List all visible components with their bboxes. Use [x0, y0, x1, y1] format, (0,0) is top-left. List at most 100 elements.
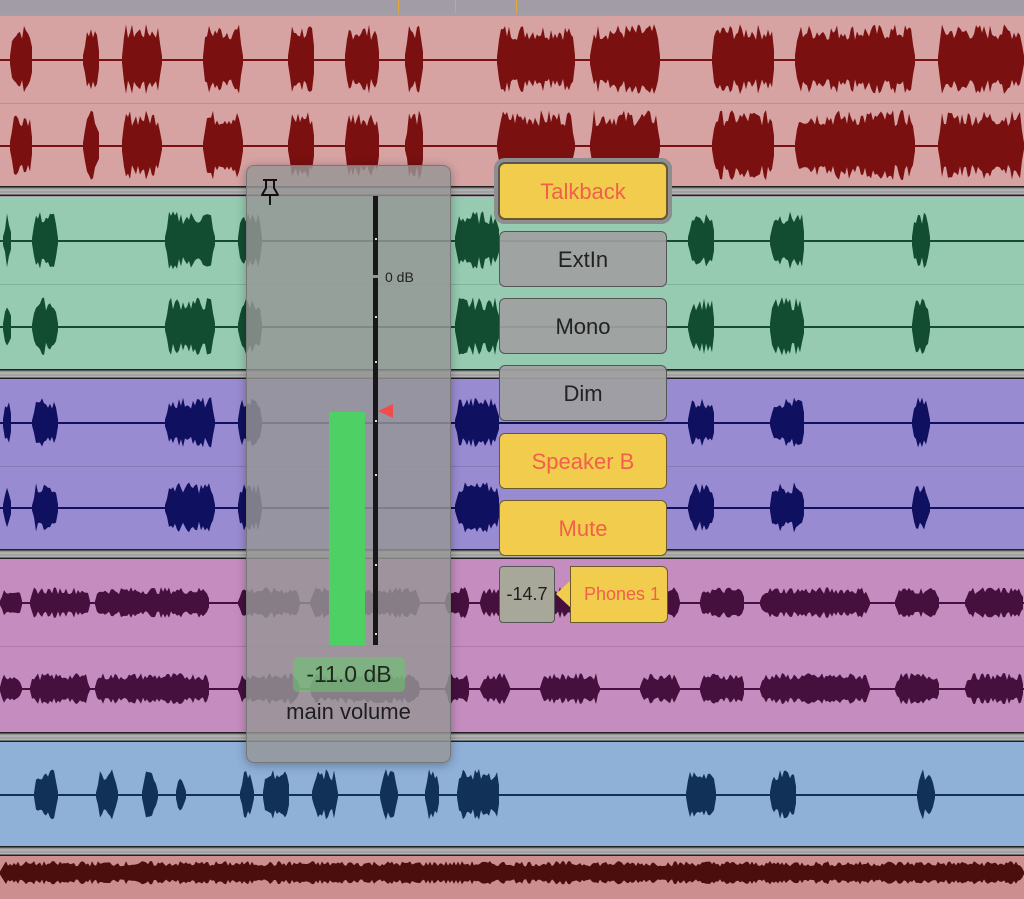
waveform-segment: [640, 673, 680, 704]
talkback-button[interactable]: Talkback: [494, 158, 672, 224]
waveform-segment: [345, 24, 379, 94]
dim-button[interactable]: Dim: [499, 365, 667, 421]
waveform-segment: [965, 673, 1023, 705]
volume-marker-handle[interactable]: [378, 404, 393, 418]
waveform-segment: [32, 212, 58, 269]
waveform-segment: [34, 769, 58, 820]
waveform-segment: [83, 29, 99, 90]
waveform-segment: [32, 483, 58, 532]
waveform-segment: [455, 482, 499, 533]
waveform-segment: [795, 110, 915, 180]
scale-tick: [375, 316, 377, 318]
waveform-segment: [770, 211, 804, 269]
volume-scale[interactable]: [373, 196, 378, 645]
waveform-segment: [965, 587, 1023, 618]
mute-button[interactable]: Mute: [499, 500, 667, 556]
extin-button[interactable]: ExtIn: [499, 231, 667, 287]
waveform-segment: [895, 673, 939, 705]
track-6[interactable]: [0, 856, 1024, 899]
speaker-b-button[interactable]: Speaker B: [499, 433, 667, 489]
panel-label: main volume: [286, 699, 411, 724]
waveform-segment: [405, 25, 423, 93]
waveform-segment: [263, 770, 289, 819]
waveform-segment: [10, 115, 32, 175]
waveform-segment: [96, 769, 118, 820]
main-volume-panel: 0 dB -11.0 dB main volume: [246, 165, 451, 763]
waveform-segment: [760, 587, 870, 618]
waveform-segment: [760, 673, 870, 705]
waveform-segment: [455, 211, 499, 270]
waveform-segment: [912, 298, 930, 354]
waveform-segment: [912, 485, 930, 530]
waveform-segment: [770, 482, 804, 533]
waveform-segment: [425, 769, 439, 820]
scale-tick: [375, 474, 377, 476]
waveform-segment: [165, 211, 215, 270]
waveform-segment: [165, 397, 215, 448]
waveform-segment: [240, 770, 254, 818]
waveform-segment: [30, 587, 90, 618]
mono-button[interactable]: Mono: [499, 298, 667, 354]
waveform-segment: [142, 771, 158, 818]
marker-3[interactable]: [516, 0, 517, 13]
track-5[interactable]: [0, 742, 1024, 846]
waveform-segment: [380, 769, 398, 820]
waveform-segment: [686, 771, 716, 818]
track-separator[interactable]: [0, 846, 1024, 856]
waveform-segment: [3, 213, 11, 268]
waveform-segment: [203, 24, 243, 94]
waveform-segment: [122, 24, 162, 95]
waveform-segment: [32, 398, 58, 447]
track-separator[interactable]: [0, 732, 1024, 742]
waveform-segment: [688, 298, 714, 354]
waveform-segment: [688, 214, 714, 267]
track-1[interactable]: [0, 16, 1024, 186]
scale-tick: [375, 420, 377, 422]
waveform-segment: [30, 673, 90, 705]
waveform: [0, 24, 1024, 181]
waveform-segment: [770, 297, 804, 356]
marker-2[interactable]: [455, 0, 456, 13]
waveform-segment: [480, 673, 510, 705]
waveform-segment: [95, 673, 209, 704]
timeline-ruler[interactable]: [0, 0, 1024, 13]
waveform-segment: [590, 24, 660, 95]
waveform: [0, 769, 1024, 820]
waveform-segment: [0, 674, 22, 703]
waveform-segment: [712, 24, 774, 95]
waveform-segment: [165, 482, 215, 533]
waveform-segment: [938, 110, 1024, 180]
waveform-segment: [288, 26, 314, 92]
scale-tick: [375, 361, 377, 363]
waveform-segment: [165, 297, 215, 355]
waveform-segment: [32, 297, 58, 356]
waveform-segment: [688, 483, 714, 532]
waveform-segment: [10, 26, 32, 93]
waveform-segment: [688, 398, 714, 446]
waveform-segment: [455, 397, 499, 447]
waveform-segment: [312, 769, 338, 820]
waveform-segment: [895, 587, 939, 618]
level-meter: [329, 412, 365, 645]
zero-db-label: 0 dB: [385, 269, 414, 285]
waveform-segment: [770, 397, 804, 447]
waveform-segment: [912, 397, 930, 448]
waveform-segment: [122, 110, 162, 180]
waveform-segment: [938, 24, 1024, 94]
pushpin-icon[interactable]: [259, 177, 281, 207]
volume-readout[interactable]: -11.0 dB: [293, 657, 405, 692]
scale-tick: [375, 238, 377, 240]
waveform-segment: [770, 770, 796, 819]
scale-tick: [375, 633, 377, 635]
waveform-segment: [3, 402, 11, 443]
waveform-segment: [176, 778, 186, 811]
marker-1[interactable]: [398, 0, 399, 13]
waveform-segment: [795, 24, 915, 94]
waveform-segment: [95, 587, 209, 619]
phones-level[interactable]: -14.7: [499, 566, 555, 623]
phones-1-button[interactable]: Phones 1: [570, 566, 668, 623]
waveform-segment: [912, 212, 930, 268]
waveform-segment: [3, 307, 11, 346]
waveform-segment: [455, 297, 499, 356]
waveform-segment: [712, 110, 774, 181]
